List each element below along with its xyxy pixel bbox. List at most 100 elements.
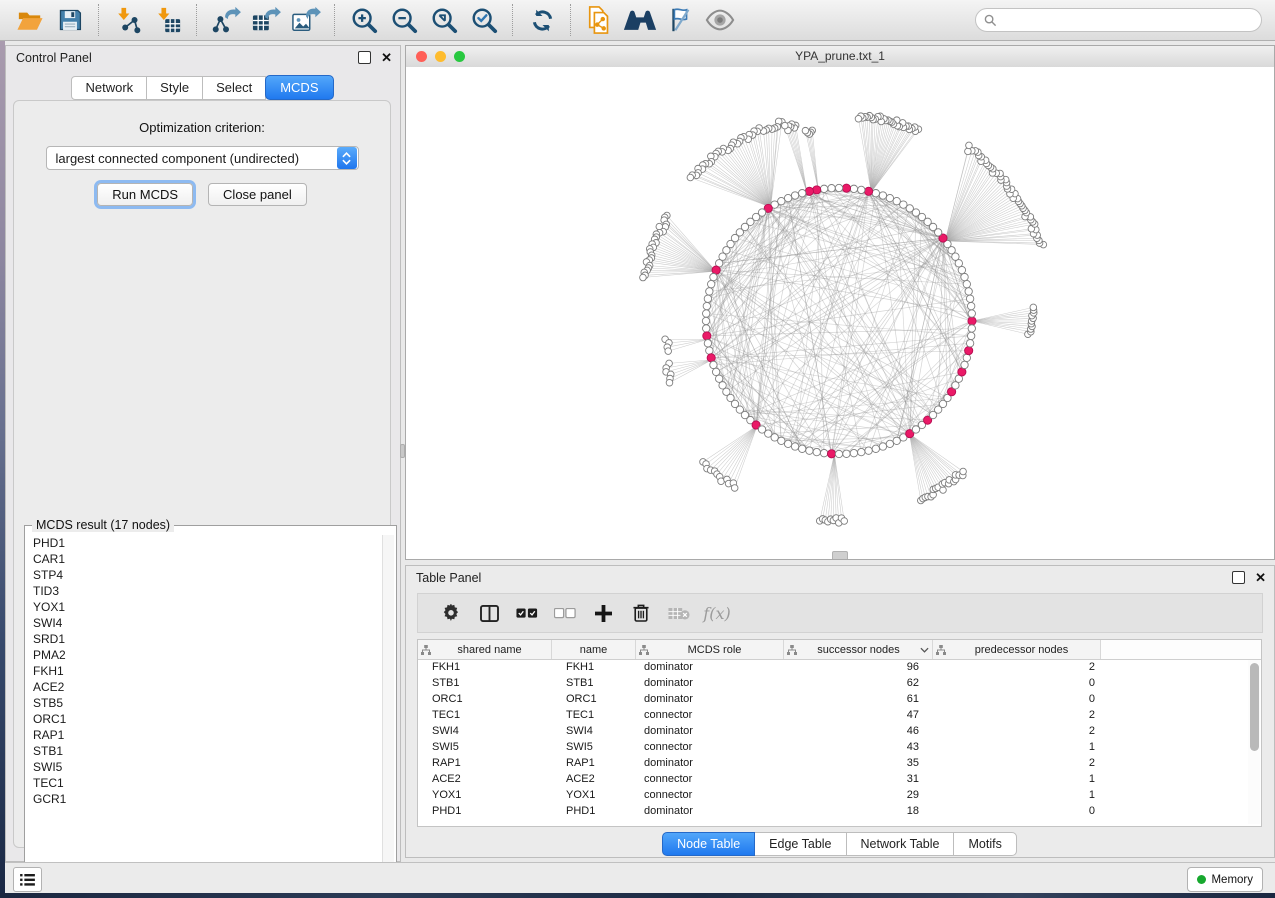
show-column-panel-icon[interactable] bbox=[470, 605, 508, 622]
export-table-icon[interactable] bbox=[249, 4, 283, 36]
tab-motifs[interactable]: Motifs bbox=[953, 832, 1016, 856]
graph-node bbox=[798, 189, 805, 196]
run-mcds-button[interactable]: Run MCDS bbox=[97, 183, 193, 206]
show-hidden-eye-icon[interactable] bbox=[703, 4, 737, 36]
zoom-out-icon[interactable] bbox=[387, 4, 421, 36]
mcds-result-item[interactable]: GCR1 bbox=[27, 791, 382, 807]
graph-node bbox=[872, 445, 879, 452]
mcds-result-item[interactable]: CAR1 bbox=[27, 551, 382, 567]
export-network-icon[interactable] bbox=[209, 4, 243, 36]
first-neighbors-icon[interactable] bbox=[623, 4, 657, 36]
table-scrollbar-thumb[interactable] bbox=[1250, 663, 1259, 751]
task-history-button[interactable] bbox=[13, 867, 42, 892]
column-type-icon bbox=[936, 645, 946, 655]
refresh-view-icon[interactable] bbox=[525, 4, 559, 36]
network-graph bbox=[406, 67, 1274, 559]
table-row[interactable]: ACE2ACE2connector311 bbox=[418, 771, 1261, 787]
network-canvas[interactable] bbox=[406, 67, 1274, 559]
deselect-all-columns-icon[interactable] bbox=[546, 608, 584, 619]
column-header-name[interactable]: name bbox=[552, 640, 636, 659]
mcds-result-item[interactable]: SRD1 bbox=[27, 631, 382, 647]
export-image-icon[interactable] bbox=[289, 4, 323, 36]
table-row[interactable]: RAP1RAP1dominator352 bbox=[418, 755, 1261, 771]
table-row[interactable]: SWI5SWI5connector431 bbox=[418, 739, 1261, 755]
column-header-MCDS-role[interactable]: MCDS role bbox=[636, 640, 784, 659]
table-row[interactable]: ORC1ORC1dominator610 bbox=[418, 691, 1261, 707]
search-box[interactable] bbox=[975, 8, 1262, 32]
float-table-panel-icon[interactable] bbox=[1232, 571, 1245, 584]
clone-network-icon[interactable] bbox=[583, 4, 617, 36]
tab-mcds[interactable]: MCDS bbox=[265, 75, 333, 100]
cell-predecessor-nodes: 2 bbox=[933, 757, 1101, 769]
import-table-icon[interactable] bbox=[151, 4, 185, 36]
zoom-selected-icon[interactable] bbox=[467, 4, 501, 36]
horizontal-splitter-handle[interactable] bbox=[832, 551, 848, 559]
function-builder-icon-disabled: f(x) bbox=[698, 604, 736, 623]
mcds-result-item[interactable]: TEC1 bbox=[27, 775, 382, 791]
search-input[interactable] bbox=[997, 12, 1261, 28]
mcds-result-item[interactable]: RAP1 bbox=[27, 727, 382, 743]
cell-shared-name: STB1 bbox=[418, 677, 552, 689]
table-row[interactable]: TEC1TEC1connector472 bbox=[418, 707, 1261, 723]
tab-network-table[interactable]: Network Table bbox=[846, 832, 955, 856]
close-window-icon[interactable]: ✕ bbox=[381, 52, 392, 63]
column-header-shared-name[interactable]: shared name bbox=[418, 640, 552, 659]
table-settings-gear-icon[interactable] bbox=[432, 604, 470, 622]
tab-edge-table[interactable]: Edge Table bbox=[754, 832, 846, 856]
open-file-icon[interactable] bbox=[13, 4, 47, 36]
table-row[interactable]: YOX1YOX1connector291 bbox=[418, 787, 1261, 803]
mcds-result-item[interactable]: STP4 bbox=[27, 567, 382, 583]
mcds-result-item[interactable]: YOX1 bbox=[27, 599, 382, 615]
mcds-result-item[interactable]: PMA2 bbox=[27, 647, 382, 663]
graph-node bbox=[666, 379, 673, 386]
mcds-result-item[interactable]: FKH1 bbox=[27, 663, 382, 679]
column-header-predecessor-nodes[interactable]: predecessor nodes bbox=[933, 640, 1101, 659]
table-scrollbar[interactable] bbox=[1248, 660, 1260, 824]
mcds-result-item[interactable]: ORC1 bbox=[27, 711, 382, 727]
toolbar-separator bbox=[570, 4, 572, 36]
mcds-result-item[interactable]: PHD1 bbox=[27, 535, 382, 551]
mcds-result-item[interactable]: TID3 bbox=[27, 583, 382, 599]
graph-node bbox=[835, 184, 842, 191]
table-header-row: shared namenameMCDS rolesuccessor nodesp… bbox=[418, 640, 1261, 660]
cell-mcds-role: dominator bbox=[636, 661, 784, 673]
memory-button[interactable]: Memory bbox=[1187, 867, 1263, 892]
mcds-result-item[interactable]: ACE2 bbox=[27, 679, 382, 695]
graph-node bbox=[958, 266, 965, 273]
mcds-result-item[interactable]: SWI5 bbox=[27, 759, 382, 775]
tab-style[interactable]: Style bbox=[146, 76, 203, 100]
column-header-successor-nodes[interactable]: successor nodes bbox=[784, 640, 933, 659]
delete-column-trash-icon[interactable] bbox=[622, 604, 660, 622]
select-all-columns-icon[interactable] bbox=[508, 608, 546, 619]
tab-select[interactable]: Select bbox=[202, 76, 266, 100]
graph-node bbox=[1030, 304, 1037, 311]
optimization-criterion-select[interactable]: largest connected component (undirected) bbox=[46, 146, 359, 170]
close-table-panel-icon[interactable]: ✕ bbox=[1255, 572, 1266, 583]
table-row[interactable]: FKH1FKH1dominator962 bbox=[418, 659, 1261, 675]
mcds-list-scrollbar[interactable] bbox=[382, 535, 394, 892]
table-row[interactable]: STB1STB1dominator620 bbox=[418, 675, 1261, 691]
mcds-result-list[interactable]: PHD1CAR1STP4TID3YOX1SWI4SRD1PMA2FKH1ACE2… bbox=[27, 535, 382, 892]
save-session-icon[interactable] bbox=[53, 4, 87, 36]
graph-node bbox=[965, 148, 972, 155]
flag-toggle-icon[interactable] bbox=[663, 4, 697, 36]
mcds-result-item[interactable]: SWI4 bbox=[27, 615, 382, 631]
zoom-in-icon[interactable] bbox=[347, 4, 381, 36]
cell-name: TEC1 bbox=[552, 709, 636, 721]
node-table: shared namenameMCDS rolesuccessor nodesp… bbox=[417, 639, 1262, 827]
tab-network[interactable]: Network bbox=[71, 76, 147, 100]
graph-node bbox=[813, 186, 821, 194]
table-row[interactable]: PHD1PHD1dominator180 bbox=[418, 803, 1261, 819]
tab-node-table[interactable]: Node Table bbox=[662, 832, 755, 856]
table-row[interactable]: SWI4SWI4dominator462 bbox=[418, 723, 1261, 739]
mcds-result-item[interactable]: STB1 bbox=[27, 743, 382, 759]
graph-node bbox=[968, 317, 976, 325]
zoom-fit-icon[interactable] bbox=[427, 4, 461, 36]
close-panel-button[interactable]: Close panel bbox=[208, 183, 307, 206]
float-window-icon[interactable] bbox=[358, 51, 371, 64]
cell-mcds-role: dominator bbox=[636, 805, 784, 817]
import-network-icon[interactable] bbox=[111, 4, 145, 36]
mcds-result-item[interactable]: STB5 bbox=[27, 695, 382, 711]
create-column-icon[interactable] bbox=[584, 605, 622, 622]
mcds-result-title: MCDS result (17 nodes) bbox=[32, 518, 174, 532]
